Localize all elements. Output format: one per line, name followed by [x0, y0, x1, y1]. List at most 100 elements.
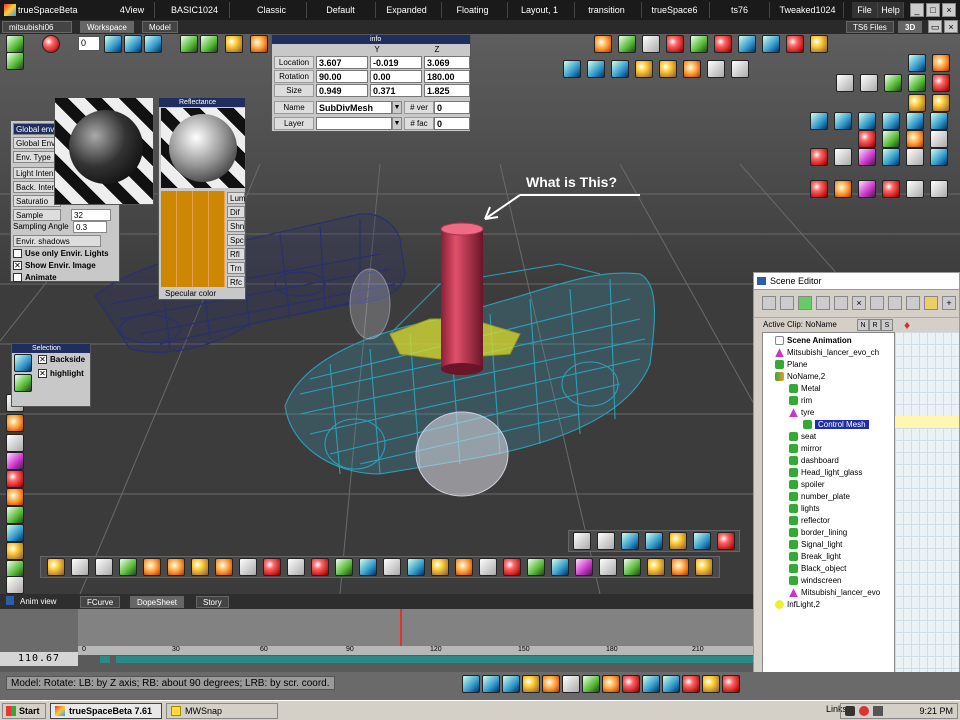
tab-mitsubishi06[interactable]: mitsubishi06 [2, 21, 72, 33]
cube-wire-icon[interactable] [582, 675, 600, 693]
primitive-icon[interactable] [455, 558, 473, 576]
delete-icon[interactable]: × [852, 296, 866, 310]
help-menu[interactable]: Help [878, 2, 904, 18]
x-axis-icon[interactable] [738, 35, 756, 53]
layer-dropdown-icon[interactable]: ▼ [392, 117, 402, 130]
grid-object-icon[interactable] [690, 35, 708, 53]
primitive-icon[interactable] [527, 558, 545, 576]
material-swatch-icon[interactable] [834, 180, 852, 198]
ray-4x-icon[interactable] [930, 112, 948, 130]
material-swatch-icon[interactable] [930, 180, 948, 198]
primitive-icon[interactable] [95, 558, 113, 576]
layout-tab-expanded[interactable]: Expanded [372, 2, 442, 18]
ts6-files-button[interactable]: TS6 Files [846, 21, 894, 33]
play-icon[interactable] [124, 35, 142, 53]
rotate-icon[interactable] [502, 675, 520, 693]
refresh-icon[interactable] [816, 296, 830, 310]
spc-button[interactable]: Spc [227, 234, 245, 246]
sphere-icon[interactable] [6, 470, 24, 488]
cube-wire-icon[interactable] [618, 35, 636, 53]
time-cursor[interactable] [400, 609, 402, 646]
play-forward-icon[interactable] [144, 35, 162, 53]
x-axis-icon[interactable] [642, 675, 660, 693]
material-swatch-icon[interactable] [882, 148, 900, 166]
tab-story[interactable]: Story [196, 596, 229, 608]
tray-icon[interactable] [845, 706, 855, 716]
plant-icon[interactable] [6, 506, 24, 524]
primitive-icon[interactable] [431, 558, 449, 576]
size-y-input[interactable]: 0.371 [370, 84, 422, 97]
brush-icon[interactable] [200, 35, 218, 53]
scene-tree-item[interactable]: number_plate [763, 491, 850, 503]
clip-s-button[interactable]: S [881, 319, 893, 331]
reflectance-swatches[interactable] [161, 191, 225, 287]
bones-icon[interactable] [6, 434, 24, 452]
material-swatch-icon[interactable] [932, 94, 950, 112]
rotate-icon[interactable] [587, 60, 605, 78]
eye-icon[interactable] [659, 60, 677, 78]
ray-ad-icon[interactable] [858, 112, 876, 130]
layout-tab-tweaked1024[interactable]: Tweaked1024 [772, 2, 844, 18]
snap-icon[interactable] [810, 35, 828, 53]
layout-tab-layout1[interactable]: Layout, 1 [505, 2, 575, 18]
z-axis-icon[interactable] [682, 675, 700, 693]
view-icon[interactable] [645, 532, 663, 550]
primitive-icon[interactable] [335, 558, 353, 576]
scene-timeline-grid[interactable] [895, 332, 959, 702]
copy-icon[interactable] [906, 296, 920, 310]
box-icon[interactable] [594, 35, 612, 53]
shn-button[interactable]: Shn [227, 220, 245, 232]
scene-tree-item[interactable]: Plane [763, 359, 807, 371]
dopesheet-area[interactable] [78, 609, 753, 646]
rope-icon[interactable] [6, 414, 24, 432]
material-swatch-icon[interactable] [932, 74, 950, 92]
hierarchy-icon[interactable] [762, 296, 776, 310]
undo-icon[interactable] [870, 296, 884, 310]
layout-tab-classic[interactable]: Classic [237, 2, 307, 18]
axis-icon[interactable] [714, 35, 732, 53]
window-layout-icon[interactable]: ▭ [928, 20, 942, 33]
location-x-input[interactable]: 3.607 [316, 56, 368, 69]
scene-tree-item[interactable]: Scene Animation [763, 335, 852, 347]
up-arrow-icon[interactable] [707, 60, 725, 78]
material-swatch-icon[interactable] [858, 180, 876, 198]
material-swatch-icon[interactable] [908, 54, 926, 72]
scene-tree-item[interactable]: mirror [763, 443, 822, 455]
scene-tree-item[interactable]: tyre [763, 407, 814, 419]
add-icon[interactable]: + [942, 296, 956, 310]
primitive-icon[interactable] [263, 558, 281, 576]
help-icon[interactable] [717, 532, 735, 550]
primitive-icon[interactable] [671, 558, 689, 576]
scene-tree-item[interactable]: Control Mesh [763, 419, 869, 431]
material-preview-sphere[interactable] [54, 97, 154, 205]
bucket-icon[interactable] [542, 675, 560, 693]
view-icon[interactable] [597, 532, 615, 550]
primitive-icon[interactable] [143, 558, 161, 576]
cut-icon[interactable] [888, 296, 902, 310]
restore-button[interactable]: □ [926, 3, 940, 17]
clip-r-button[interactable]: R [869, 319, 881, 331]
primitive-icon[interactable] [383, 558, 401, 576]
pyramid-icon[interactable] [6, 452, 24, 470]
material-swatch-icon[interactable] [930, 130, 948, 148]
material-icon[interactable] [250, 35, 268, 53]
paint-icon[interactable] [225, 35, 243, 53]
material-swatch-icon[interactable] [860, 74, 878, 92]
tool-icon[interactable] [722, 675, 740, 693]
select-tool-icon[interactable] [6, 35, 24, 53]
start-button[interactable]: Start [2, 703, 46, 719]
selection-mode-icon[interactable] [14, 354, 32, 372]
scene-tree-item[interactable]: Break_light [763, 551, 841, 563]
volume-icon[interactable] [873, 706, 883, 716]
y-axis-icon[interactable] [662, 675, 680, 693]
material-swatch-icon[interactable] [882, 180, 900, 198]
primitive-icon[interactable] [503, 558, 521, 576]
scene-tree-item[interactable]: Signal_light [763, 539, 842, 551]
range-start-handle[interactable] [100, 656, 110, 663]
move-icon[interactable] [563, 60, 581, 78]
down-arrow-icon[interactable] [731, 60, 749, 78]
axes-icon[interactable] [622, 675, 640, 693]
highlight-checkbox[interactable]: ✕ highlight [38, 369, 84, 379]
scene-tree-item[interactable]: border_lining [763, 527, 847, 539]
scale-icon[interactable] [522, 675, 540, 693]
